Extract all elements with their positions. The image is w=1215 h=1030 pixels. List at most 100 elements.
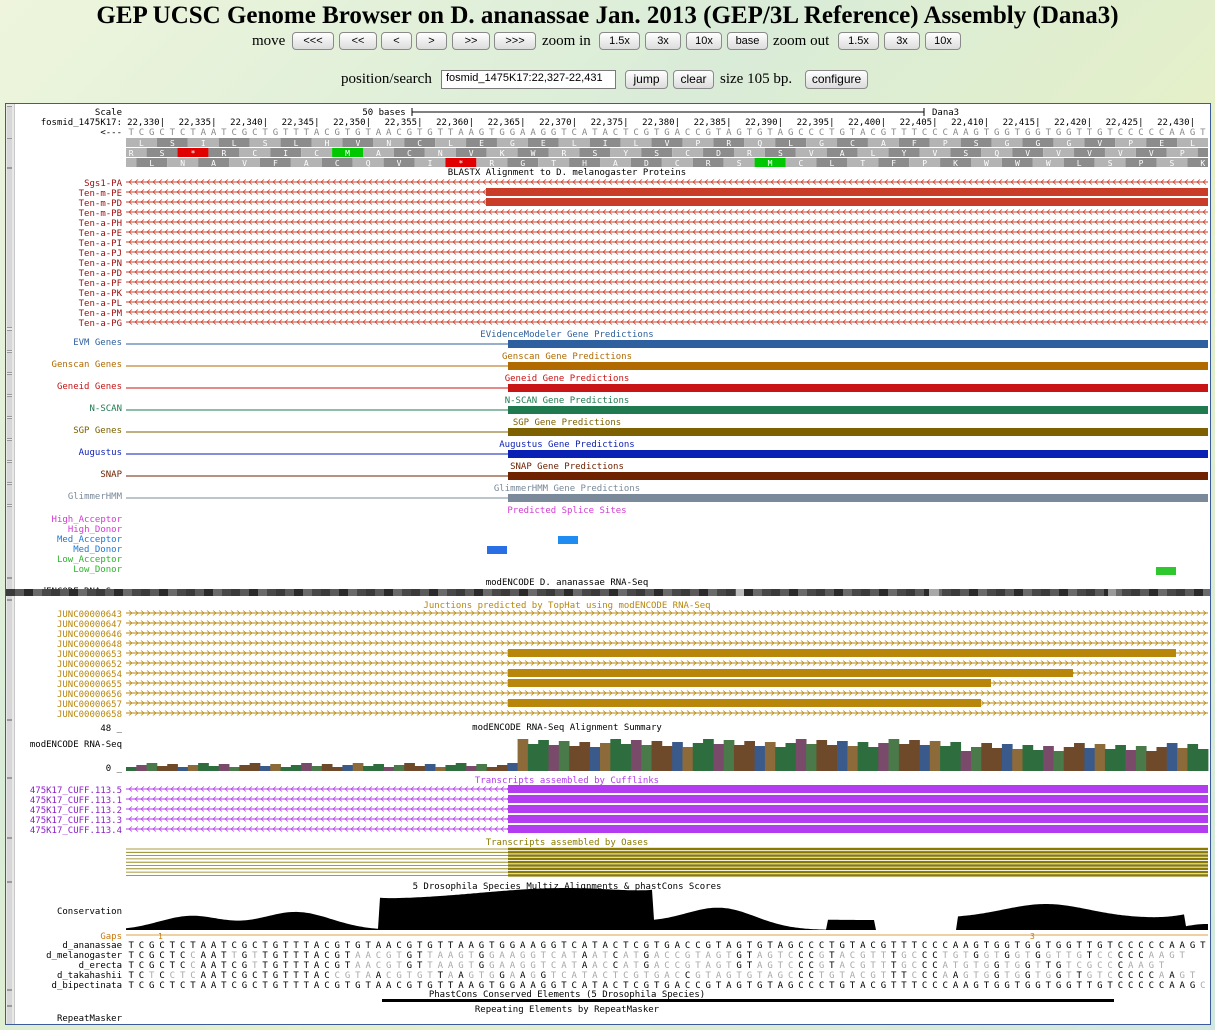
genome-browser-image[interactable]: Scale 50 bases Dana3 fosmid_1475K17: <--- 22,…: [5, 103, 1211, 1025]
gene-track-label[interactable]: SGP Genes: [73, 426, 122, 436]
jump-button[interactable]: jump: [625, 70, 668, 89]
blastx-item-label[interactable]: Ten-a-PD: [79, 269, 122, 279]
configure-button[interactable]: configure: [805, 70, 868, 89]
amino-acid: T: [551, 159, 556, 168]
junction-label[interactable]: JUNC00000654: [57, 670, 122, 680]
rnaseq-read: [60, 589, 69, 596]
move-far-left-button[interactable]: <<<: [292, 32, 334, 50]
species-label[interactable]: d_erecta: [79, 961, 122, 971]
gene-track-label[interactable]: SNAP: [100, 470, 122, 480]
rnaseq-read: [573, 589, 582, 596]
aligned-base: G: [870, 971, 875, 981]
aligned-base: A: [582, 941, 588, 951]
blastx-item-label[interactable]: Ten-a-PG: [79, 319, 122, 329]
coverage-bar: [1094, 744, 1106, 771]
aligned-base: A: [386, 981, 392, 991]
gene-track-title: Augustus Gene Predictions: [499, 440, 634, 450]
base: C: [159, 128, 164, 138]
amino-acid: R: [747, 149, 752, 158]
zoom-out-10x-button[interactable]: 10x: [925, 32, 961, 50]
aligned-base: G: [335, 981, 340, 991]
junction-label[interactable]: JUNC00000657: [57, 700, 122, 710]
zoom-base-button[interactable]: base: [727, 32, 768, 50]
junction-label[interactable]: JUNC00000656: [57, 690, 122, 700]
aligned-base: A: [675, 941, 681, 951]
gene-track-label[interactable]: N-SCAN: [89, 404, 122, 414]
rnaseq-read: [339, 589, 348, 596]
species-label[interactable]: d_bipectinata: [52, 981, 122, 991]
cufflinks-label[interactable]: 475K17_CUFF.113.5: [30, 786, 122, 796]
gene-track-label[interactable]: EVM Genes: [73, 338, 122, 348]
blastx-item-label[interactable]: Ten-a-PE: [79, 229, 122, 239]
rnaseq-read: [159, 589, 168, 596]
coverage-bar: [249, 763, 261, 771]
aligned-base: T: [984, 941, 990, 951]
blastx-item-label[interactable]: Ten-a-PI: [79, 239, 122, 249]
blastx-item-label[interactable]: Ten-a-PK: [79, 289, 123, 299]
zoom-in-10x-button[interactable]: 10x: [686, 32, 722, 50]
base: G: [1190, 128, 1195, 138]
cufflinks-label[interactable]: 475K17_CUFF.113.1: [30, 796, 122, 806]
aligned-base: C: [252, 941, 257, 951]
species-label[interactable]: d_takahashii: [57, 971, 122, 981]
coverage-bar: [424, 764, 436, 771]
gene-exon-block: [508, 450, 1208, 458]
junction-label[interactable]: JUNC00000655: [57, 680, 122, 690]
junction-label[interactable]: JUNC00000652: [57, 660, 122, 670]
move-far-right-button[interactable]: >>>: [494, 32, 536, 50]
move-step-left-button[interactable]: <: [381, 32, 412, 50]
blastx-item-label[interactable]: Ten-a-PM: [79, 309, 123, 319]
zoom-out-1-5x-button[interactable]: 1.5x: [838, 32, 879, 50]
position-search-input[interactable]: fosmid_1475K17:22,327-22,431: [441, 70, 616, 89]
blastx-item-label[interactable]: Ten-m-PD: [79, 199, 122, 209]
zoom-in-1-5x-button[interactable]: 1.5x: [599, 32, 640, 50]
cufflinks-label[interactable]: 475K17_CUFF.113.2: [30, 806, 122, 816]
move-left-button[interactable]: <<: [339, 32, 377, 50]
amino-acid: Y: [623, 149, 628, 158]
move-right-button[interactable]: >>: [452, 32, 490, 50]
junction-label[interactable]: JUNC00000647: [57, 620, 122, 630]
blastx-item-label[interactable]: Ten-a-PH: [79, 219, 122, 229]
base: G: [273, 128, 278, 138]
blastx-item-label[interactable]: Ten-m-PB: [79, 209, 122, 219]
junction-label[interactable]: JUNC00000643: [57, 610, 122, 620]
blastx-item-label[interactable]: Sgs1-PA: [84, 179, 123, 189]
zoom-in-3x-button[interactable]: 3x: [645, 32, 681, 50]
clear-button[interactable]: clear: [673, 70, 714, 89]
aligned-base: G: [901, 961, 906, 971]
aligned-base: G: [685, 961, 690, 971]
junction-label[interactable]: JUNC00000646: [57, 630, 122, 640]
aligned-base: G: [386, 961, 391, 971]
summary-title: modENCODE RNA-Seq Alignment Summary: [472, 723, 662, 733]
rnaseq-read: [384, 589, 393, 596]
summary-label[interactable]: modENCODE RNA-Seq: [30, 740, 122, 750]
species-label[interactable]: d_ananassae: [62, 941, 122, 951]
junction-label[interactable]: JUNC00000653: [57, 650, 122, 660]
amino-acid: S: [974, 139, 979, 148]
blastx-item-label[interactable]: Ten-a-PL: [79, 299, 122, 309]
blastx-item-label[interactable]: Ten-a-PF: [79, 279, 122, 289]
blastx-item-label[interactable]: Ten-m-PE: [79, 189, 122, 199]
gene-track-label[interactable]: Augustus: [79, 448, 122, 458]
blastx-item-label[interactable]: Ten-a-PN: [79, 259, 122, 269]
cufflinks-label[interactable]: 475K17_CUFF.113.4: [30, 826, 122, 836]
species-label[interactable]: d_melanogaster: [46, 951, 122, 961]
aligned-base: C: [1149, 971, 1154, 981]
amino-acid: G: [1036, 139, 1041, 148]
junction-label[interactable]: JUNC00000648: [57, 640, 122, 650]
zoom-out-3x-button[interactable]: 3x: [884, 32, 920, 50]
ruler-tick-label: 22,360|: [436, 118, 474, 128]
move-step-right-button[interactable]: >: [416, 32, 447, 50]
coverage-bar: [1022, 745, 1034, 771]
gene-track-label[interactable]: Geneid Genes: [57, 382, 122, 392]
cufflinks-label[interactable]: 475K17_CUFF.113.3: [30, 816, 122, 826]
blastx-item-label[interactable]: Ten-a-PJ: [79, 249, 122, 259]
conservation-label[interactable]: Conservation: [57, 907, 122, 917]
repeatmasker-label[interactable]: RepeatMasker: [57, 1014, 123, 1024]
gene-track-label[interactable]: GlimmerHMM: [68, 492, 123, 502]
junction-label[interactable]: JUNC00000658: [57, 710, 122, 720]
aligned-base: G: [1076, 951, 1081, 961]
aligned-base: G: [994, 961, 999, 971]
gene-track-label[interactable]: Genscan Genes: [52, 360, 122, 370]
base: T: [170, 128, 176, 138]
